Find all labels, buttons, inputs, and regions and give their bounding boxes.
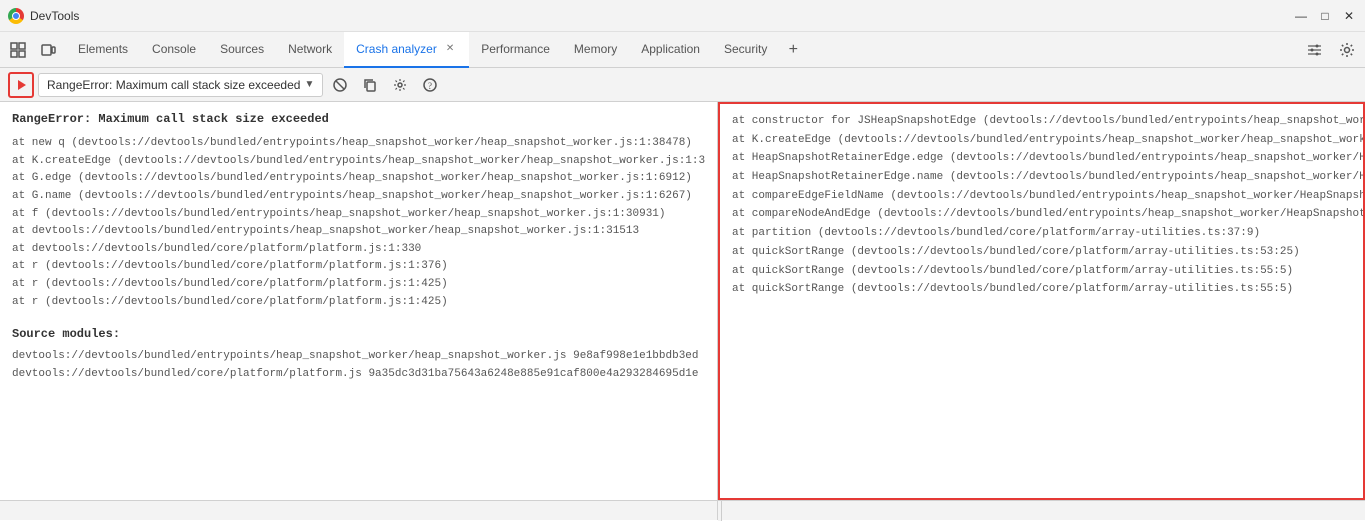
toolbar-settings-button[interactable] xyxy=(387,72,413,98)
right-stack-line: at K.createEdge (devtools://devtools/bun… xyxy=(732,131,1351,150)
tab-performance[interactable]: Performance xyxy=(469,32,562,68)
play-button[interactable] xyxy=(8,72,34,98)
maximize-button[interactable]: □ xyxy=(1317,8,1333,24)
right-panel-content[interactable]: at constructor for JSHeapSnapshotEdge (d… xyxy=(720,104,1363,498)
stack-line: at G.edge (devtools://devtools/bundled/e… xyxy=(12,170,705,188)
title-bar-title: DevTools xyxy=(30,9,1293,23)
help-button[interactable]: ? xyxy=(417,72,443,98)
stop-button[interactable] xyxy=(327,72,353,98)
stack-line: at new q (devtools://devtools/bundled/en… xyxy=(12,135,705,153)
stack-line: at K.createEdge (devtools://devtools/bun… xyxy=(12,153,705,171)
device-toolbar-icon[interactable] xyxy=(34,36,62,64)
tab-bar-right xyxy=(1301,36,1361,64)
tab-elements[interactable]: Elements xyxy=(66,32,140,68)
tab-sources[interactable]: Sources xyxy=(208,32,276,68)
status-bar xyxy=(0,500,1365,520)
tab-network[interactable]: Network xyxy=(276,32,344,68)
stack-line: at r (devtools://devtools/bundled/core/p… xyxy=(12,276,705,294)
svg-text:?: ? xyxy=(428,81,432,91)
left-panel-content[interactable]: RangeError: Maximum call stack size exce… xyxy=(0,102,717,500)
devtools-icon xyxy=(8,8,24,24)
tab-close-crash-analyzer[interactable]: ✕ xyxy=(443,42,457,55)
error-selector-arrow: ▼ xyxy=(304,79,314,90)
customize-icon[interactable] xyxy=(1301,36,1329,64)
error-selector-text: RangeError: Maximum call stack size exce… xyxy=(47,78,300,92)
source-line: devtools://devtools/bundled/entrypoints/… xyxy=(12,348,705,366)
stack-line: at devtools://devtools/bundled/entrypoin… xyxy=(12,223,705,241)
tab-bar: Elements Console Sources Network Crash a… xyxy=(0,32,1365,68)
tab-console[interactable]: Console xyxy=(140,32,208,68)
toolbar: RangeError: Maximum call stack size exce… xyxy=(0,68,1365,102)
right-stack-line: at compareEdgeFieldName (devtools://devt… xyxy=(732,187,1351,206)
tab-security[interactable]: Security xyxy=(712,32,779,68)
tab-application[interactable]: Application xyxy=(629,32,712,68)
left-panel: RangeError: Maximum call stack size exce… xyxy=(0,102,718,500)
right-stack-line: at compareNodeAndEdge (devtools://devtoo… xyxy=(732,205,1351,224)
right-stack-line: at HeapSnapshotRetainerEdge.name (devtoo… xyxy=(732,168,1351,187)
stack-line: at devtools://devtools/bundled/core/plat… xyxy=(12,241,705,259)
right-stack-line: at partition (devtools://devtools/bundle… xyxy=(732,224,1351,243)
tab-memory[interactable]: Memory xyxy=(562,32,629,68)
right-stack-line: at constructor for JSHeapSnapshotEdge (d… xyxy=(732,112,1351,131)
right-stack-line: at HeapSnapshotRetainerEdge.edge (devtoo… xyxy=(732,149,1351,168)
title-bar: DevTools — □ ✕ xyxy=(0,0,1365,32)
right-scrollbar[interactable] xyxy=(722,501,1365,520)
error-selector[interactable]: RangeError: Maximum call stack size exce… xyxy=(38,73,323,97)
right-stack-line: at quickSortRange (devtools://devtools/b… xyxy=(732,243,1351,262)
close-button[interactable]: ✕ xyxy=(1341,8,1357,24)
right-stack-lines: at constructor for JSHeapSnapshotEdge (d… xyxy=(732,112,1351,299)
stack-line: at G.name (devtools://devtools/bundled/e… xyxy=(12,188,705,206)
stack-line: at r (devtools://devtools/bundled/core/p… xyxy=(12,258,705,276)
stack-line: at f (devtools://devtools/bundled/entryp… xyxy=(12,206,705,224)
source-lines: devtools://devtools/bundled/entrypoints/… xyxy=(12,348,705,383)
main-content: RangeError: Maximum call stack size exce… xyxy=(0,102,1365,500)
left-scrollbar[interactable] xyxy=(0,501,718,520)
source-line: devtools://devtools/bundled/core/platfor… xyxy=(12,366,705,384)
minimize-button[interactable]: — xyxy=(1293,8,1309,24)
add-tab-button[interactable]: + xyxy=(779,36,807,64)
source-modules-title: Source modules: xyxy=(12,325,705,344)
tab-crash-analyzer[interactable]: Crash analyzer ✕ xyxy=(344,32,469,68)
stack-line: at r (devtools://devtools/bundled/core/p… xyxy=(12,294,705,312)
title-bar-controls: — □ ✕ xyxy=(1293,8,1357,24)
copy-button[interactable] xyxy=(357,72,383,98)
stack-lines: at new q (devtools://devtools/bundled/en… xyxy=(12,135,705,311)
settings-tab-icon[interactable] xyxy=(1333,36,1361,64)
tab-icons-left xyxy=(4,36,62,64)
inspect-icon[interactable] xyxy=(4,36,32,64)
right-stack-line: at quickSortRange (devtools://devtools/b… xyxy=(732,280,1351,299)
error-title: RangeError: Maximum call stack size exce… xyxy=(12,110,705,129)
right-panel: at constructor for JSHeapSnapshotEdge (d… xyxy=(718,102,1365,500)
right-stack-line: at quickSortRange (devtools://devtools/b… xyxy=(732,262,1351,281)
